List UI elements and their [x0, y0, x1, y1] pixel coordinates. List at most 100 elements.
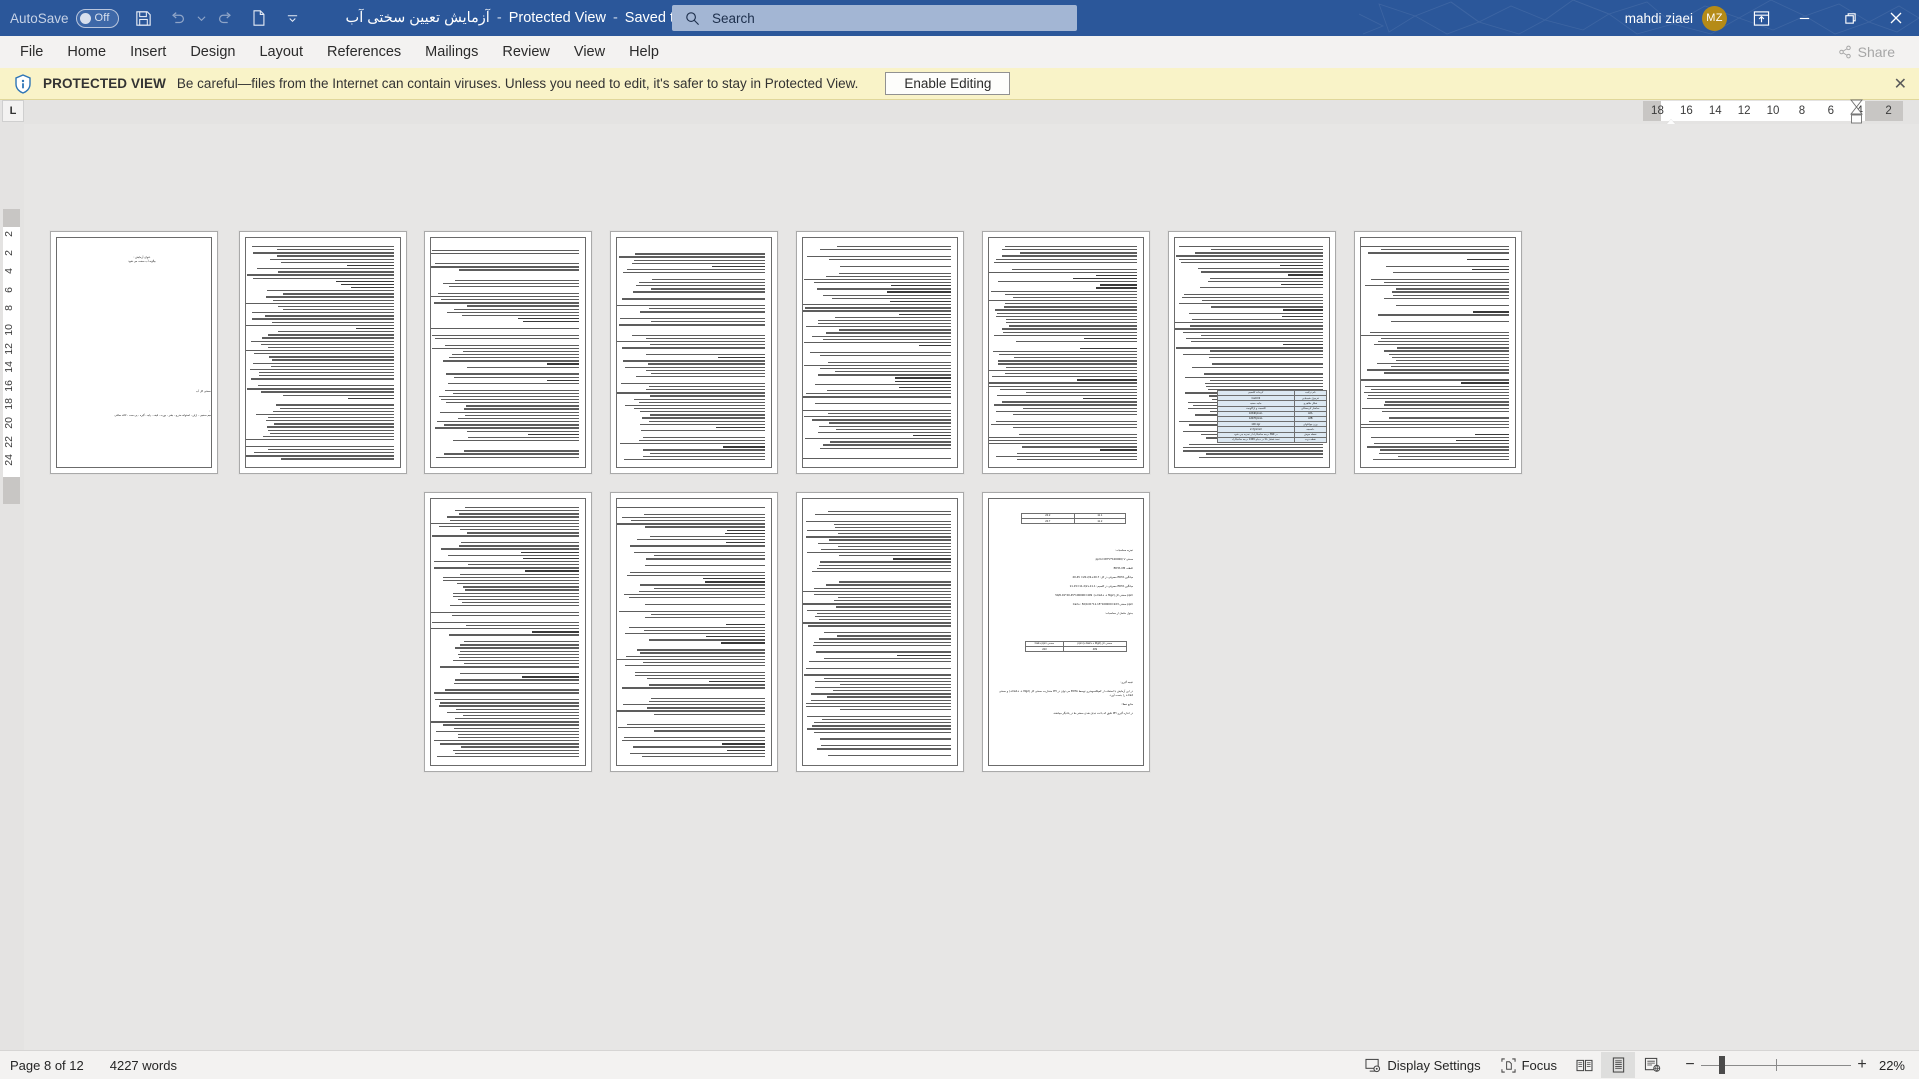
page-text-line — [621, 740, 765, 742]
document-page[interactable] — [424, 231, 592, 474]
page-text-line — [990, 290, 1137, 292]
display-settings-button[interactable]: Display Settings — [1355, 1052, 1490, 1078]
zoom-percentage[interactable]: 22% — [1873, 1058, 1919, 1073]
tab-insert[interactable]: Insert — [118, 36, 178, 68]
page-indicator[interactable]: Page 8 of 12 — [10, 1058, 84, 1073]
page-text-line — [650, 372, 765, 375]
vertical-ruler[interactable]: 2 2 4 6 8 10 12 14 16 18 20 22 24 — [3, 209, 20, 504]
page-text-line — [433, 692, 579, 694]
account-name[interactable]: mahdi ziaei — [1625, 11, 1693, 26]
page-text-line — [266, 290, 394, 292]
vruler-number: 18 — [3, 398, 15, 411]
page-text-line — [265, 296, 394, 298]
web-layout-icon[interactable] — [1635, 1052, 1669, 1078]
share-button[interactable]: Share — [1827, 40, 1906, 64]
page-text-line — [449, 634, 579, 636]
redo-icon[interactable] — [208, 3, 242, 33]
zoom-slider-thumb[interactable] — [1719, 1056, 1725, 1074]
page-text-line — [1192, 318, 1323, 321]
right-indent-marker[interactable] — [1850, 99, 1863, 125]
page-text-line — [819, 738, 951, 740]
zoom-control[interactable]: − + — [1679, 1052, 1873, 1078]
page-text-line — [1209, 350, 1323, 352]
horizontal-ruler[interactable]: 18161412108642 — [1643, 99, 1903, 126]
page-text-line — [1210, 379, 1323, 381]
document-page[interactable]: نام تركيب كربنات كلسيم فرمول شيميايي CaCO3 ش… — [1168, 231, 1336, 474]
page-text-line — [648, 684, 765, 686]
document-page[interactable] — [982, 231, 1150, 474]
document-page[interactable] — [610, 231, 778, 474]
ribbon-display-options-icon[interactable] — [1741, 0, 1781, 36]
page-text-line — [635, 376, 765, 378]
page-text-line — [647, 678, 765, 680]
document-page[interactable] — [610, 492, 778, 772]
tab-file[interactable]: File — [8, 36, 55, 68]
page-text-line — [826, 332, 951, 334]
page-text-line — [834, 600, 951, 602]
tab-design[interactable]: Design — [178, 36, 247, 68]
restore-button[interactable] — [1827, 0, 1873, 36]
hruler-number: 8 — [1798, 105, 1806, 117]
page-text-line — [276, 255, 394, 257]
page-table: سختی کل (Ca2+ + Mg2+) ppm سختی Ca2+ ppm 40… — [1025, 640, 1128, 653]
autosave-toggle[interactable]: Off — [75, 8, 119, 28]
page-text-line — [1389, 417, 1509, 419]
page-text-line — [645, 354, 765, 356]
hruler-number: 18 — [1651, 105, 1664, 117]
hruler-number: 2 — [1885, 105, 1892, 117]
page-text-line — [1380, 249, 1509, 251]
document-page[interactable] — [424, 492, 592, 772]
minimize-button[interactable] — [1781, 0, 1827, 36]
tab-view[interactable]: View — [562, 36, 617, 68]
document-page[interactable]: 11.1 20.2 11.2 20.7 تجزیه محاسبات: سختی ppm=C… — [982, 492, 1150, 772]
page-text-line — [625, 633, 765, 635]
page-text-line — [840, 709, 951, 711]
search-box[interactable]: Search — [672, 5, 1077, 31]
zoom-slider[interactable] — [1701, 1052, 1851, 1078]
autosave-control[interactable]: AutoSave Off — [10, 8, 119, 28]
tab-stop-selector[interactable]: L — [2, 100, 24, 122]
page-text-line — [1077, 379, 1137, 381]
page-text-line — [716, 426, 765, 429]
page-text-line — [897, 654, 951, 656]
close-button[interactable] — [1873, 0, 1919, 36]
document-page[interactable]: عنوان آزمایش : چگونه آب سخت می شود تعیین … — [50, 231, 218, 474]
print-layout-icon[interactable] — [1601, 1052, 1635, 1078]
tab-layout[interactable]: Layout — [247, 36, 315, 68]
document-canvas[interactable]: عنوان آزمایش : چگونه آب سخت می شود تعیین … — [24, 124, 1919, 1050]
document-page[interactable] — [1354, 231, 1522, 474]
enable-editing-button[interactable]: Enable Editing — [885, 72, 1011, 95]
page-text-line — [444, 344, 579, 346]
page-text-line — [1384, 372, 1509, 374]
zoom-in-button[interactable]: + — [1851, 1056, 1873, 1074]
new-document-icon[interactable] — [242, 3, 276, 33]
zoom-out-button[interactable]: − — [1679, 1056, 1701, 1074]
page-text-line — [464, 641, 579, 643]
page-text-line — [527, 433, 579, 435]
save-icon[interactable] — [127, 3, 161, 33]
tab-review[interactable]: Review — [490, 36, 562, 68]
document-page[interactable] — [239, 231, 407, 474]
undo-icon[interactable] — [161, 3, 195, 33]
tab-help[interactable]: Help — [617, 36, 671, 68]
tab-references[interactable]: References — [315, 36, 413, 68]
customize-quick-access-icon[interactable] — [276, 3, 310, 33]
hruler-number: 6 — [1827, 105, 1834, 117]
read-mode-icon[interactable] — [1567, 1052, 1601, 1078]
page-text-line — [433, 740, 579, 742]
page-text-line — [820, 367, 951, 370]
avatar[interactable]: MZ — [1702, 5, 1727, 31]
document-page[interactable] — [796, 231, 964, 474]
page-text-line — [653, 730, 765, 732]
close-icon[interactable]: ✕ — [1894, 74, 1907, 94]
page-text-line — [1176, 255, 1323, 257]
tab-mailings[interactable]: Mailings — [413, 36, 490, 68]
page-text-line — [996, 455, 1137, 458]
tab-home[interactable]: Home — [55, 36, 118, 68]
word-count[interactable]: 4227 words — [110, 1058, 177, 1073]
page-text-line — [1283, 309, 1323, 311]
undo-dropdown-icon[interactable] — [195, 3, 208, 33]
focus-button[interactable]: Focus — [1491, 1052, 1567, 1078]
document-page[interactable] — [796, 492, 964, 772]
table-cell: 20.7 — [1021, 518, 1075, 525]
